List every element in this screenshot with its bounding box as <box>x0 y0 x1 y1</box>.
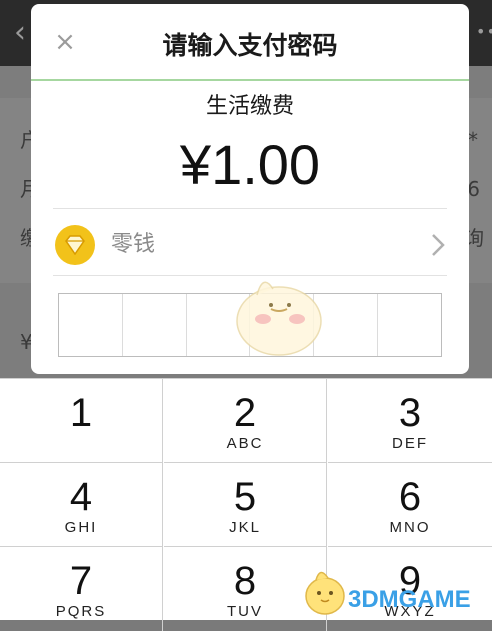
key-letters: JKL <box>229 519 261 536</box>
key-5[interactable]: 5 JKL <box>164 463 327 547</box>
chevron-right-icon <box>431 232 445 258</box>
background-row-value: 6 <box>467 177 480 201</box>
watermark-text: 3DMGAME <box>348 586 471 613</box>
key-number: 7 <box>69 559 93 603</box>
dialog-title: 请输入支付密码 <box>162 31 338 60</box>
pin-digit-box <box>59 294 123 356</box>
pin-digit-box <box>123 294 187 356</box>
key-number: 4 <box>69 475 93 519</box>
key-1[interactable]: 1 <box>0 379 163 463</box>
payment-password-dialog: × 请输入支付密码 生活缴费 ¥1.00 零钱 <box>31 4 469 374</box>
key-3[interactable]: 3 DEF <box>328 379 492 463</box>
payment-method-row[interactable]: 零钱 <box>53 219 447 275</box>
key-letters: ABC <box>226 435 264 452</box>
more-icon: •• <box>476 22 492 41</box>
title-divider <box>31 79 469 81</box>
wallet-coin-icon <box>55 225 95 265</box>
key-2[interactable]: 2 ABC <box>164 379 327 463</box>
payment-method-label: 零钱 <box>111 232 156 257</box>
key-letters: PQRS <box>55 603 107 620</box>
divider <box>53 208 447 209</box>
key-7[interactable]: 7 PQRS <box>0 547 163 631</box>
pin-digit-box <box>378 294 441 356</box>
mascot-logo-icon <box>305 571 345 615</box>
key-4[interactable]: 4 GHI <box>0 463 163 547</box>
key-number: 1 <box>69 391 93 435</box>
key-number: 2 <box>233 391 257 435</box>
close-button[interactable]: × <box>53 29 77 55</box>
background-row-value: * <box>468 128 478 152</box>
key-6[interactable]: 6 MNO <box>328 463 492 547</box>
key-letters: GHI <box>64 519 98 536</box>
key-letters: DEF <box>392 435 428 452</box>
site-watermark: 3DMGAME <box>300 562 492 619</box>
payment-amount: ¥1.00 <box>179 133 321 196</box>
mascot-watermark-icon <box>236 281 322 356</box>
key-letters: MNO <box>389 519 431 536</box>
key-number: 6 <box>398 475 422 519</box>
payment-type: 生活缴费 <box>205 94 294 119</box>
key-number: 3 <box>398 391 422 435</box>
key-number: 5 <box>233 475 257 519</box>
